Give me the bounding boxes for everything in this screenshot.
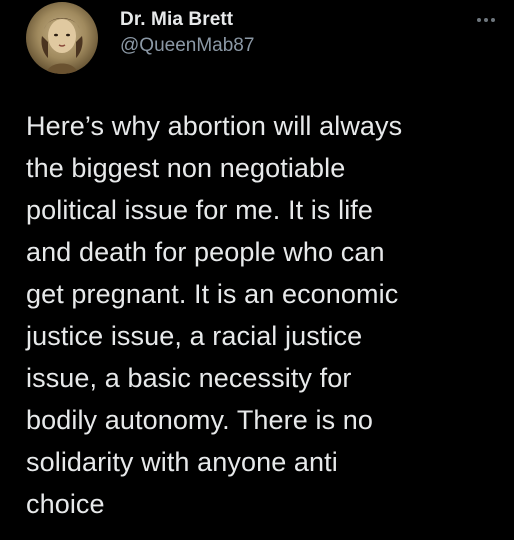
user-handle[interactable]: @QueenMab87 xyxy=(120,34,254,58)
author-names: Dr. Mia Brett @QueenMab87 xyxy=(120,8,254,58)
display-name[interactable]: Dr. Mia Brett xyxy=(120,8,254,32)
more-horizontal-icon xyxy=(491,18,495,22)
tweet-text: Here’s why abortion will always the bigg… xyxy=(26,111,403,519)
more-horizontal-icon xyxy=(484,18,488,22)
more-options-button[interactable] xyxy=(468,6,504,34)
more-horizontal-icon xyxy=(477,18,481,22)
profile-portrait-icon xyxy=(41,18,83,74)
avatar[interactable] xyxy=(26,2,98,74)
tweet-card: Dr. Mia Brett @QueenMab87 Here’s why abo… xyxy=(0,0,514,540)
